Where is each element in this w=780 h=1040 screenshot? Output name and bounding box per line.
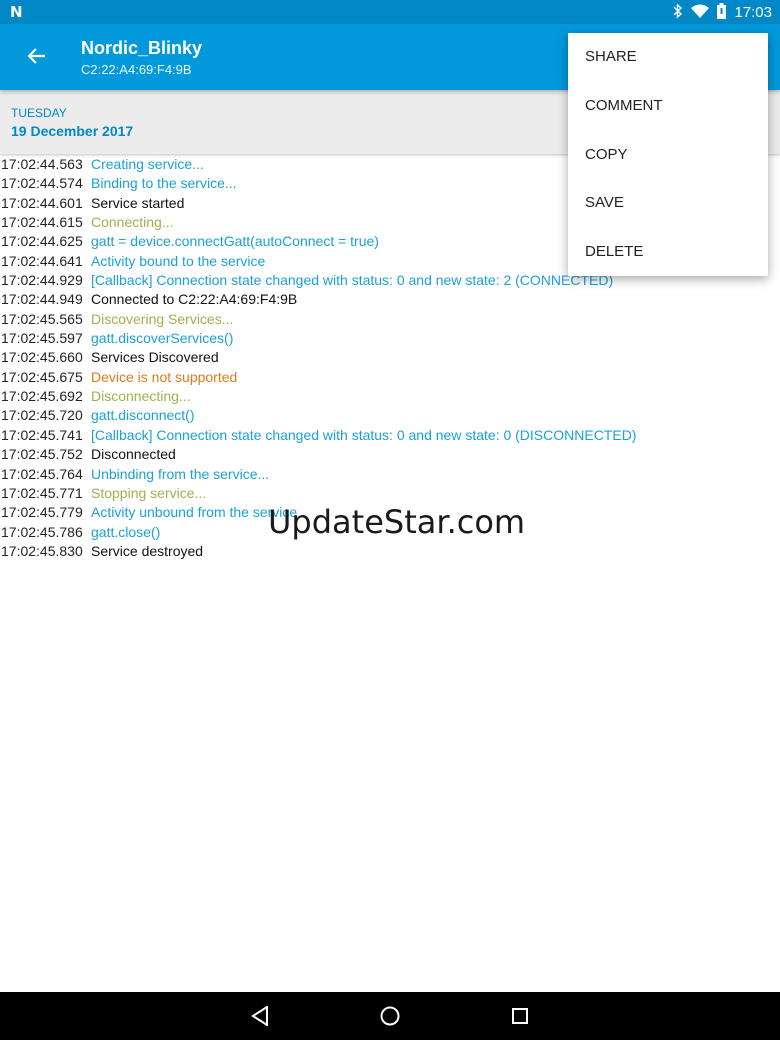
- log-entry: 17:02:45.764 Unbinding from the service..…: [0, 465, 780, 484]
- device-address: C2:22:A4:69:F4:9B: [81, 62, 192, 77]
- status-clock: 17:03: [734, 4, 772, 21]
- log-timestamp: 17:02:45.786: [1, 523, 83, 540]
- menu-item-delete[interactable]: DELETE: [568, 228, 768, 277]
- log-message: gatt.discoverServices(): [91, 330, 234, 347]
- log-timestamp: 17:02:45.660: [1, 349, 83, 366]
- log-entry: 17:02:45.741 [Callback] Connection state …: [0, 426, 780, 445]
- log-timestamp: 17:02:45.741: [1, 426, 83, 443]
- log-message: gatt.close(): [91, 523, 161, 540]
- back-triangle-icon[interactable]: [248, 1004, 272, 1028]
- log-entry: 17:02:45.597 gatt.discoverServices(): [0, 329, 780, 348]
- log-entry: 17:02:45.692 Disconnecting...: [0, 387, 780, 406]
- menu-item-comment[interactable]: COMMENT: [568, 82, 768, 131]
- log-timestamp: 17:02:45.771: [1, 484, 83, 501]
- recents-square-icon[interactable]: [508, 1004, 532, 1028]
- log-timestamp: 17:02:45.764: [1, 465, 83, 482]
- log-timestamp: 17:02:45.565: [1, 310, 83, 327]
- log-timestamp: 17:02:44.563: [1, 156, 83, 172]
- log-message: Stopping service...: [91, 484, 207, 501]
- log-entry: 17:02:45.675 Device is not supported: [0, 368, 780, 387]
- log-timestamp: 17:02:44.601: [1, 194, 83, 211]
- log-entry: 17:02:44.949 Connected to C2:22:A4:69:F4:…: [0, 290, 780, 309]
- log-timestamp: 17:02:45.720: [1, 407, 83, 424]
- log-timestamp: 17:02:45.779: [1, 504, 83, 521]
- log-timestamp: 17:02:45.830: [1, 542, 83, 559]
- log-timestamp: 17:02:45.752: [1, 446, 83, 463]
- wifi-icon: [691, 4, 710, 21]
- log-message: Unbinding from the service...: [91, 465, 270, 482]
- day-of-week-label: TUESDAY: [11, 106, 67, 120]
- log-message: Disconnecting...: [91, 388, 191, 405]
- watermark: UpdateStar.com: [268, 503, 526, 541]
- log-timestamp: 17:02:44.615: [1, 214, 83, 231]
- log-message: Discovering Services...: [91, 310, 234, 327]
- log-timestamp: 17:02:45.597: [1, 330, 83, 347]
- log-timestamp: 17:02:44.641: [1, 252, 83, 269]
- device-name-title: Nordic_Blinky: [81, 38, 203, 58]
- navigation-bar: [0, 992, 780, 1040]
- log-timestamp: 17:02:44.574: [1, 175, 83, 192]
- log-timestamp: 17:02:45.692: [1, 388, 83, 405]
- log-message: [Callback] Connection state changed with…: [91, 272, 614, 289]
- log-entry: 17:02:45.771 Stopping service...: [0, 484, 780, 503]
- overflow-menu: SHARE COMMENT COPY SAVE DELETE: [568, 33, 768, 276]
- log-message: Binding to the service...: [91, 175, 237, 192]
- log-message: Service destroyed: [91, 542, 204, 559]
- n-logo-icon: N: [10, 3, 23, 21]
- log-message: gatt.disconnect(): [91, 407, 195, 424]
- back-arrow-icon[interactable]: [22, 41, 52, 71]
- log-message: Connecting...: [91, 214, 174, 231]
- menu-item-copy[interactable]: COPY: [568, 131, 768, 180]
- log-message: gatt = device.connectGatt(autoConnect = …: [91, 233, 379, 250]
- log-timestamp: 17:02:44.625: [1, 233, 83, 250]
- log-message: [Callback] Connection state changed with…: [91, 426, 637, 443]
- battery-icon: [717, 3, 727, 22]
- log-timestamp: 17:02:45.675: [1, 368, 83, 385]
- bluetooth-icon: [673, 3, 683, 22]
- log-entry: 17:02:45.565 Discovering Services...: [0, 310, 780, 329]
- log-message: Device is not supported: [91, 368, 238, 385]
- log-timestamp: 17:02:44.949: [1, 291, 83, 308]
- status-bar: N 17:03: [0, 0, 780, 24]
- log-entry: 17:02:45.752 Disconnected: [0, 445, 780, 464]
- status-icons: 17:03: [673, 3, 772, 22]
- menu-item-share[interactable]: SHARE: [568, 33, 768, 82]
- home-circle-icon[interactable]: [378, 1004, 402, 1028]
- log-message: Creating service...: [91, 156, 204, 172]
- log-entry: 17:02:45.830 Service destroyed: [0, 542, 780, 561]
- log-message: Activity bound to the service: [91, 252, 266, 269]
- log-message: Activity unbound from the service: [91, 504, 298, 521]
- log-message: Connected to C2:22:A4:69:F4:9B: [91, 291, 298, 308]
- log-entry: 17:02:45.660 Services Discovered: [0, 348, 780, 367]
- log-message: Services Discovered: [91, 349, 219, 366]
- log-entry: 17:02:45.720 gatt.disconnect(): [0, 406, 780, 425]
- menu-item-save[interactable]: SAVE: [568, 179, 768, 228]
- log-message: Disconnected: [91, 446, 176, 463]
- date-label: 19 December 2017: [11, 123, 134, 139]
- log-message: Service started: [91, 194, 185, 211]
- log-timestamp: 17:02:44.929: [1, 272, 83, 289]
